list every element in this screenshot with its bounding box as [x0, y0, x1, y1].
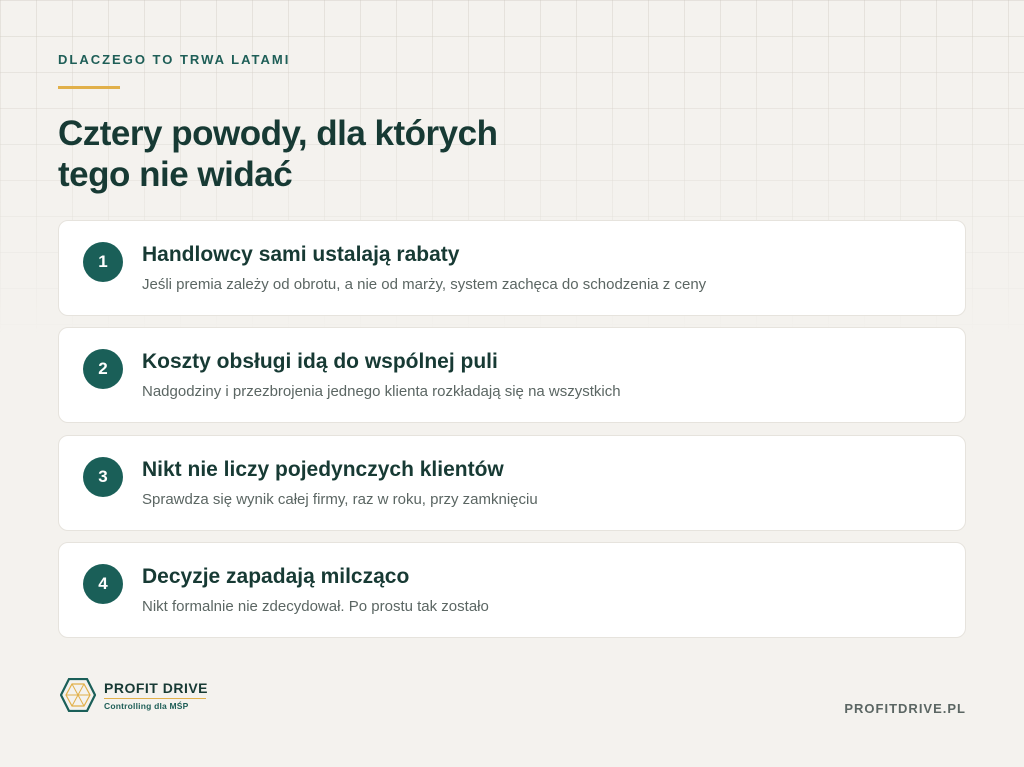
- reason-title: Decyzje zapadają milcząco: [142, 565, 410, 588]
- reason-description: Nikt formalnie nie zdecydował. Po prostu…: [142, 598, 489, 615]
- reason-description: Nadgodziny i przezbrojenia jednego klien…: [142, 383, 621, 400]
- reason-card-2: 2 Koszty obsługi idą do wspólnej puli Na…: [58, 327, 966, 423]
- brand-tagline: Controlling dla MŚP: [104, 701, 189, 711]
- reason-card-4: 4 Decyzje zapadają milcząco Nikt formaln…: [58, 542, 966, 638]
- page-title-line-2: tego nie widać: [58, 155, 293, 194]
- reason-title: Handlowcy sami ustalają rabaty: [142, 243, 460, 266]
- page-title: Cztery powody, dla których tego nie wida…: [58, 113, 618, 195]
- reason-card-1: 1 Handlowcy sami ustalają rabaty Jeśli p…: [58, 220, 966, 316]
- reason-title: Koszty obsługi idą do wspólnej puli: [142, 350, 498, 373]
- reason-number-badge: 2: [83, 349, 123, 389]
- section-eyebrow: DLACZEGO TO TRWA LATAMI: [58, 52, 291, 67]
- brand-name: PROFIT DRIVE: [104, 680, 209, 696]
- brand-divider: [104, 698, 206, 699]
- brand-logo: PROFIT DRIVE Controlling dla MŚP: [60, 678, 208, 712]
- reason-number-badge: 1: [83, 242, 123, 282]
- reason-title: Nikt nie liczy pojedynczych klientów: [142, 458, 504, 481]
- website-url[interactable]: PROFITDRIVE.PL: [844, 701, 966, 716]
- reason-number-badge: 3: [83, 457, 123, 497]
- reason-card-3: 3 Nikt nie liczy pojedynczych klientów S…: [58, 435, 966, 531]
- reason-description: Sprawdza się wynik całej firmy, raz w ro…: [142, 491, 538, 508]
- reason-number-badge: 4: [83, 564, 123, 604]
- accent-divider: [58, 86, 120, 89]
- page-title-line-1: Cztery powody, dla których: [58, 114, 498, 153]
- hexagon-logo-icon: [60, 678, 96, 712]
- reason-description: Jeśli premia zależy od obrotu, a nie od …: [142, 276, 707, 293]
